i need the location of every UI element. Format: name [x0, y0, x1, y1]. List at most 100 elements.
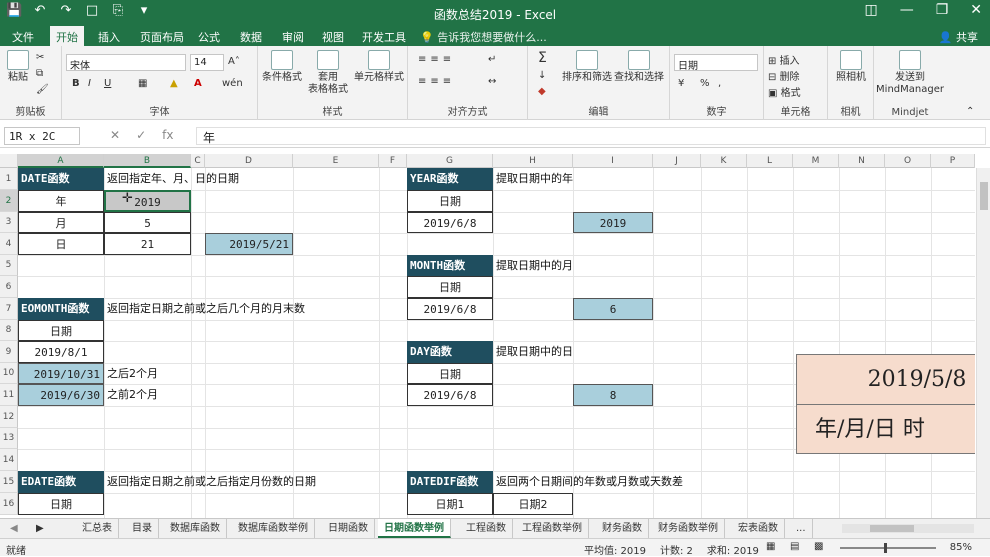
clear-icon[interactable]: ◆ [538, 86, 546, 97]
cell-g3[interactable]: 2019/6/8 [407, 212, 493, 233]
sheet-tab-11[interactable]: ... [790, 519, 813, 538]
tab-data[interactable]: 数据 [240, 29, 262, 45]
cell-g16[interactable]: 日期1 [407, 493, 493, 515]
prev-sheet-icon[interactable]: ◀ [4, 519, 24, 538]
vertical-align-icons[interactable]: ≡≡≡ [418, 54, 455, 65]
tab-file[interactable]: 文件 [12, 29, 34, 45]
sheet-tab-9[interactable]: 财务函数举例 [652, 519, 725, 538]
col-header-h[interactable]: H [493, 154, 573, 168]
fill-color-icon[interactable]: ▲ [170, 78, 178, 89]
name-box[interactable]: 1R x 2C [4, 127, 80, 145]
sheet-tab-1[interactable]: 目录 [126, 519, 159, 538]
sheet-tab-0[interactable]: 汇总表 [76, 519, 119, 538]
cancel-icon[interactable]: ✕ [110, 128, 120, 142]
currency-icon[interactable]: ¥ [678, 78, 684, 89]
cell-g5[interactable]: MONTH函数 [407, 255, 493, 276]
tab-insert[interactable]: 插入 [98, 29, 120, 45]
row-header-16[interactable]: 16 [0, 493, 18, 515]
minimize-icon[interactable]: — [900, 2, 914, 18]
text-box-shape[interactable]: 2019/5/8 年/月/日 时 [796, 354, 975, 454]
cell-b3[interactable]: 5 [104, 212, 191, 233]
cell-a4[interactable]: 日 [18, 233, 104, 255]
cell-a10[interactable]: 2019/10/31 [18, 363, 104, 384]
row-header-3[interactable]: 3 [0, 212, 18, 233]
merge-center-icon[interactable]: ↔ [488, 76, 496, 87]
cell-a7[interactable]: EOMONTH函数 [18, 298, 104, 320]
find-select-button[interactable]: 查找和选择 [614, 50, 664, 84]
next-sheet-icon[interactable]: ▶ [30, 519, 50, 538]
insert-cells-button[interactable]: ⊞ 插入 [768, 52, 800, 67]
sort-filter-button[interactable]: 排序和筛选 [562, 50, 612, 84]
delete-cells-button[interactable]: ⊟ 删除 [768, 68, 800, 83]
underline-button[interactable]: U [104, 78, 111, 89]
format-as-table-button[interactable]: 套用 表格格式 [306, 50, 350, 96]
cell-a11[interactable]: 2019/6/30 [18, 384, 104, 406]
sheet-tab-2[interactable]: 数据库函数 [164, 519, 227, 538]
cell-b11[interactable]: 之前2个月 [104, 384, 161, 406]
col-header-g[interactable]: G [407, 154, 493, 168]
row-header-2[interactable]: 2 [0, 190, 18, 212]
cell-h16[interactable]: 日期2 [493, 493, 573, 515]
tab-formulas[interactable]: 公式 [198, 29, 220, 45]
col-header-f[interactable]: F [379, 154, 407, 168]
col-header-a[interactable]: A [18, 154, 104, 168]
cell-b15[interactable]: 返回指定日期之前或之后指定月份数的日期 [104, 471, 319, 493]
wrap-text-icon[interactable]: ↵ [488, 54, 496, 65]
formula-input[interactable]: 年 [196, 127, 986, 145]
row-header-14[interactable]: 14 [0, 449, 18, 471]
share-button[interactable]: 👤 共享 [939, 29, 978, 45]
zoom-slider[interactable] [840, 543, 936, 553]
italic-button[interactable]: I [88, 78, 91, 89]
worksheet[interactable]: A B C D E F G H I J K L M N O P 1 2 3 4 … [0, 154, 975, 518]
font-color-icon[interactable]: A [194, 78, 202, 89]
tab-page-layout[interactable]: 页面布局 [140, 29, 184, 45]
col-header-k[interactable]: K [701, 154, 747, 168]
cell-a15[interactable]: EDATE函数 [18, 471, 104, 493]
cell-g15[interactable]: DATEDIF函数 [407, 471, 493, 493]
horizontal-scrollbar[interactable] [842, 524, 974, 533]
row-header-8[interactable]: 8 [0, 320, 18, 341]
bold-button[interactable]: B [72, 78, 80, 89]
camera-button[interactable]: 照相机 [830, 50, 872, 84]
font-name-select[interactable]: 宋体 [66, 54, 186, 72]
row-header-4[interactable]: 4 [0, 233, 18, 255]
border-icon[interactable]: ▦ [138, 78, 147, 89]
sheet-tab-4[interactable]: 日期函数 [322, 519, 375, 538]
insert-function-icon[interactable]: fx [162, 128, 173, 142]
row-header-1[interactable]: 1 [0, 168, 18, 190]
cell-i11[interactable]: 8 [573, 384, 653, 406]
cell-g9[interactable]: DAY函数 [407, 341, 493, 363]
cell-a1[interactable]: DATE函数 [18, 168, 104, 190]
col-header-p[interactable]: P [931, 154, 975, 168]
row-header-12[interactable]: 12 [0, 406, 18, 428]
col-header-d[interactable]: D [205, 154, 293, 168]
restore-icon[interactable]: ❐ [936, 2, 949, 18]
horizontal-align-icons[interactable]: ≡≡≡ [418, 76, 455, 87]
sheet-tab-7[interactable]: 工程函数举例 [516, 519, 589, 538]
format-painter-icon[interactable]: 🖌 [36, 84, 49, 95]
col-header-o[interactable]: O [885, 154, 931, 168]
sheet-tab-8[interactable]: 财务函数 [596, 519, 649, 538]
number-format-select[interactable]: 日期 [674, 54, 758, 72]
col-header-l[interactable]: L [747, 154, 793, 168]
tab-view[interactable]: 视图 [322, 29, 344, 45]
sheet-tab-10[interactable]: 宏表函数 [732, 519, 785, 538]
cell-a9[interactable]: 2019/8/1 [18, 341, 104, 363]
col-header-m[interactable]: M [793, 154, 839, 168]
fill-icon[interactable]: ↓ [538, 70, 546, 81]
cell-i3[interactable]: 2019 [573, 212, 653, 233]
col-header-b[interactable]: B [104, 154, 191, 168]
cell-a8[interactable]: 日期 [18, 320, 104, 341]
scroll-thumb[interactable] [980, 182, 988, 210]
normal-view-icon[interactable]: ▦ [766, 541, 775, 552]
format-cells-button[interactable]: ▣ 格式 [768, 84, 801, 99]
col-header-n[interactable]: N [839, 154, 885, 168]
autosum-icon[interactable]: Σ [538, 50, 547, 66]
col-header-j[interactable]: J [653, 154, 701, 168]
cut-icon[interactable]: ✂ [36, 52, 44, 63]
cell-a16[interactable]: 日期 [18, 493, 104, 515]
cell-a2[interactable]: 年 [18, 190, 104, 212]
send-to-mindmanager-button[interactable]: 发送到 MindManager [876, 50, 944, 96]
row-header-15[interactable]: 15 [0, 471, 18, 493]
page-break-view-icon[interactable]: ▩ [814, 541, 823, 552]
